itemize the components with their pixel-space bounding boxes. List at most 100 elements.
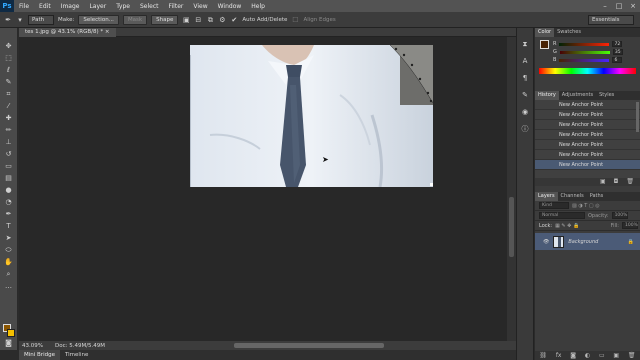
link-icon[interactable]: ⛓: [539, 352, 547, 359]
lock-icons[interactable]: ▦ ✎ ✥ 🔒: [555, 223, 579, 229]
mask-button[interactable]: Mask: [122, 14, 148, 25]
clone-stamp-tool-icon[interactable]: ⊥: [3, 138, 15, 147]
close-tab-icon[interactable]: ×: [105, 29, 110, 35]
more-tools-icon[interactable]: …: [3, 282, 15, 291]
menu-filter[interactable]: Filter: [164, 3, 189, 10]
eraser-tool-icon[interactable]: ▭: [3, 162, 15, 171]
history-item[interactable]: New Anchor Point: [535, 120, 640, 130]
history-item[interactable]: New Anchor Point: [535, 100, 640, 110]
path-alignment-icon[interactable]: ⊟: [194, 16, 202, 24]
fx-icon[interactable]: fx: [556, 352, 562, 359]
brush-panel-icon[interactable]: ✎: [521, 91, 529, 99]
history-item[interactable]: New Anchor Point: [535, 110, 640, 120]
color-spectrum-bar[interactable]: [539, 68, 636, 74]
trash-icon[interactable]: 🗑: [628, 352, 636, 359]
pen-tool-icon[interactable]: ✒: [3, 210, 15, 219]
document-image[interactable]: [190, 45, 433, 187]
history-item[interactable]: New Anchor Point: [535, 150, 640, 160]
mode-select[interactable]: Path: [28, 14, 54, 25]
menu-window[interactable]: Window: [213, 3, 247, 10]
layer-name[interactable]: Background: [568, 239, 598, 245]
vertical-scrollbar[interactable]: [507, 37, 516, 341]
eyedropper-tool-icon[interactable]: ⁄: [3, 102, 15, 111]
menu-image[interactable]: Image: [56, 3, 85, 10]
adjustment-icon[interactable]: ◐: [585, 352, 590, 359]
tab-layers[interactable]: Layers: [535, 192, 558, 201]
healing-brush-tool-icon[interactable]: ✚: [3, 114, 15, 123]
path-operations-icon[interactable]: ▣: [182, 16, 190, 24]
history-item-current[interactable]: New Anchor Point: [535, 160, 640, 170]
menu-file[interactable]: File: [14, 3, 34, 10]
menu-help[interactable]: Help: [246, 3, 270, 10]
new-layer-icon[interactable]: ▣: [613, 352, 619, 359]
path-selection-tool-icon[interactable]: ➤: [3, 234, 15, 243]
gear-icon[interactable]: ⚙: [218, 16, 226, 24]
history-brush-tool-icon[interactable]: ↺: [3, 150, 15, 159]
history-scrollbar[interactable]: [636, 102, 639, 132]
menu-type[interactable]: Type: [111, 3, 135, 10]
info-panel-icon[interactable]: ⓘ: [521, 125, 529, 133]
g-slider[interactable]: [559, 50, 610, 54]
marquee-tool-icon[interactable]: ⬚: [3, 54, 15, 63]
tab-adjustments[interactable]: Adjustments: [559, 91, 596, 100]
vertical-scroll-thumb[interactable]: [509, 197, 514, 257]
tab-styles[interactable]: Styles: [596, 91, 617, 100]
tab-swatches[interactable]: Swatches: [554, 28, 584, 37]
layer-kind-select[interactable]: Kind: [539, 202, 569, 209]
crop-tool-icon[interactable]: ⌗: [3, 90, 15, 99]
mask-icon[interactable]: ◙: [570, 352, 576, 359]
tab-channels[interactable]: Channels: [558, 192, 587, 201]
g-value[interactable]: 35: [612, 49, 623, 55]
chevron-down-icon[interactable]: ▾: [16, 16, 24, 24]
paragraph-panel-icon[interactable]: ¶: [521, 74, 529, 82]
layer-row-background[interactable]: 👁 Background 🔒: [535, 233, 640, 250]
opacity-input[interactable]: 100%: [611, 212, 628, 219]
document-tab[interactable]: tes 1.jpg @ 43.1% (RGB/8) * ×: [19, 28, 116, 37]
zoom-level[interactable]: 43.09%: [22, 343, 43, 349]
horizontal-scrollbar[interactable]: [234, 343, 384, 348]
blur-tool-icon[interactable]: ●: [3, 186, 15, 195]
history-item[interactable]: New Anchor Point: [535, 140, 640, 150]
r-value[interactable]: 72: [612, 41, 623, 47]
background-color-swatch[interactable]: [7, 329, 15, 337]
character-panel-icon[interactable]: A: [521, 57, 529, 65]
workspace-select[interactable]: Essentials: [588, 15, 634, 25]
hand-tool-icon[interactable]: ✋: [3, 258, 15, 267]
menu-view[interactable]: View: [188, 3, 212, 10]
history-item[interactable]: New Anchor Point: [535, 130, 640, 140]
move-tool-icon[interactable]: ✥: [3, 42, 15, 51]
tab-timeline[interactable]: Timeline: [60, 350, 93, 360]
canvas-area[interactable]: ➤: [19, 37, 516, 341]
clone-source-panel-icon[interactable]: ◉: [521, 108, 529, 116]
brush-tool-icon[interactable]: ✏: [3, 126, 15, 135]
folder-icon[interactable]: ▭: [599, 352, 605, 359]
trash-icon[interactable]: 🗑: [626, 178, 634, 186]
checkbox-unchecked-icon[interactable]: ☐: [291, 16, 299, 24]
lasso-tool-icon[interactable]: ℓ: [3, 66, 15, 75]
checkbox-checked-icon[interactable]: ✔: [230, 16, 238, 24]
zoom-tool-icon[interactable]: ⌕: [3, 270, 15, 279]
doc-info[interactable]: Doc: 5.49M/5.49M: [55, 343, 105, 349]
minimize-button[interactable]: –: [598, 0, 612, 12]
tab-history[interactable]: History: [535, 91, 559, 100]
menu-edit[interactable]: Edit: [34, 3, 56, 10]
quick-mask-icon[interactable]: ◙: [3, 339, 15, 348]
dodge-tool-icon[interactable]: ◔: [3, 198, 15, 207]
tab-color[interactable]: Color: [535, 28, 555, 37]
r-slider[interactable]: [559, 42, 610, 46]
camera-icon[interactable]: ◘: [614, 178, 619, 186]
snapshot-icon[interactable]: ▣: [600, 178, 606, 186]
menu-layer[interactable]: Layer: [84, 3, 111, 10]
path-arrangement-icon[interactable]: ⧉: [206, 16, 214, 24]
type-tool-icon[interactable]: T: [3, 222, 15, 231]
fill-input[interactable]: 100%: [622, 222, 638, 229]
tab-mini-bridge[interactable]: Mini Bridge: [19, 350, 60, 360]
quick-select-tool-icon[interactable]: ✎: [3, 78, 15, 87]
shape-tool-icon[interactable]: ⬭: [3, 246, 15, 255]
foreground-color-box[interactable]: [540, 40, 549, 49]
selection-button[interactable]: Selection...: [78, 14, 119, 25]
filter-icons[interactable]: ▨ ◑ T ▢ ◎: [572, 203, 600, 209]
blend-mode-select[interactable]: Normal: [539, 212, 585, 219]
b-value[interactable]: 6: [612, 57, 623, 63]
maximize-button[interactable]: □: [612, 0, 626, 12]
